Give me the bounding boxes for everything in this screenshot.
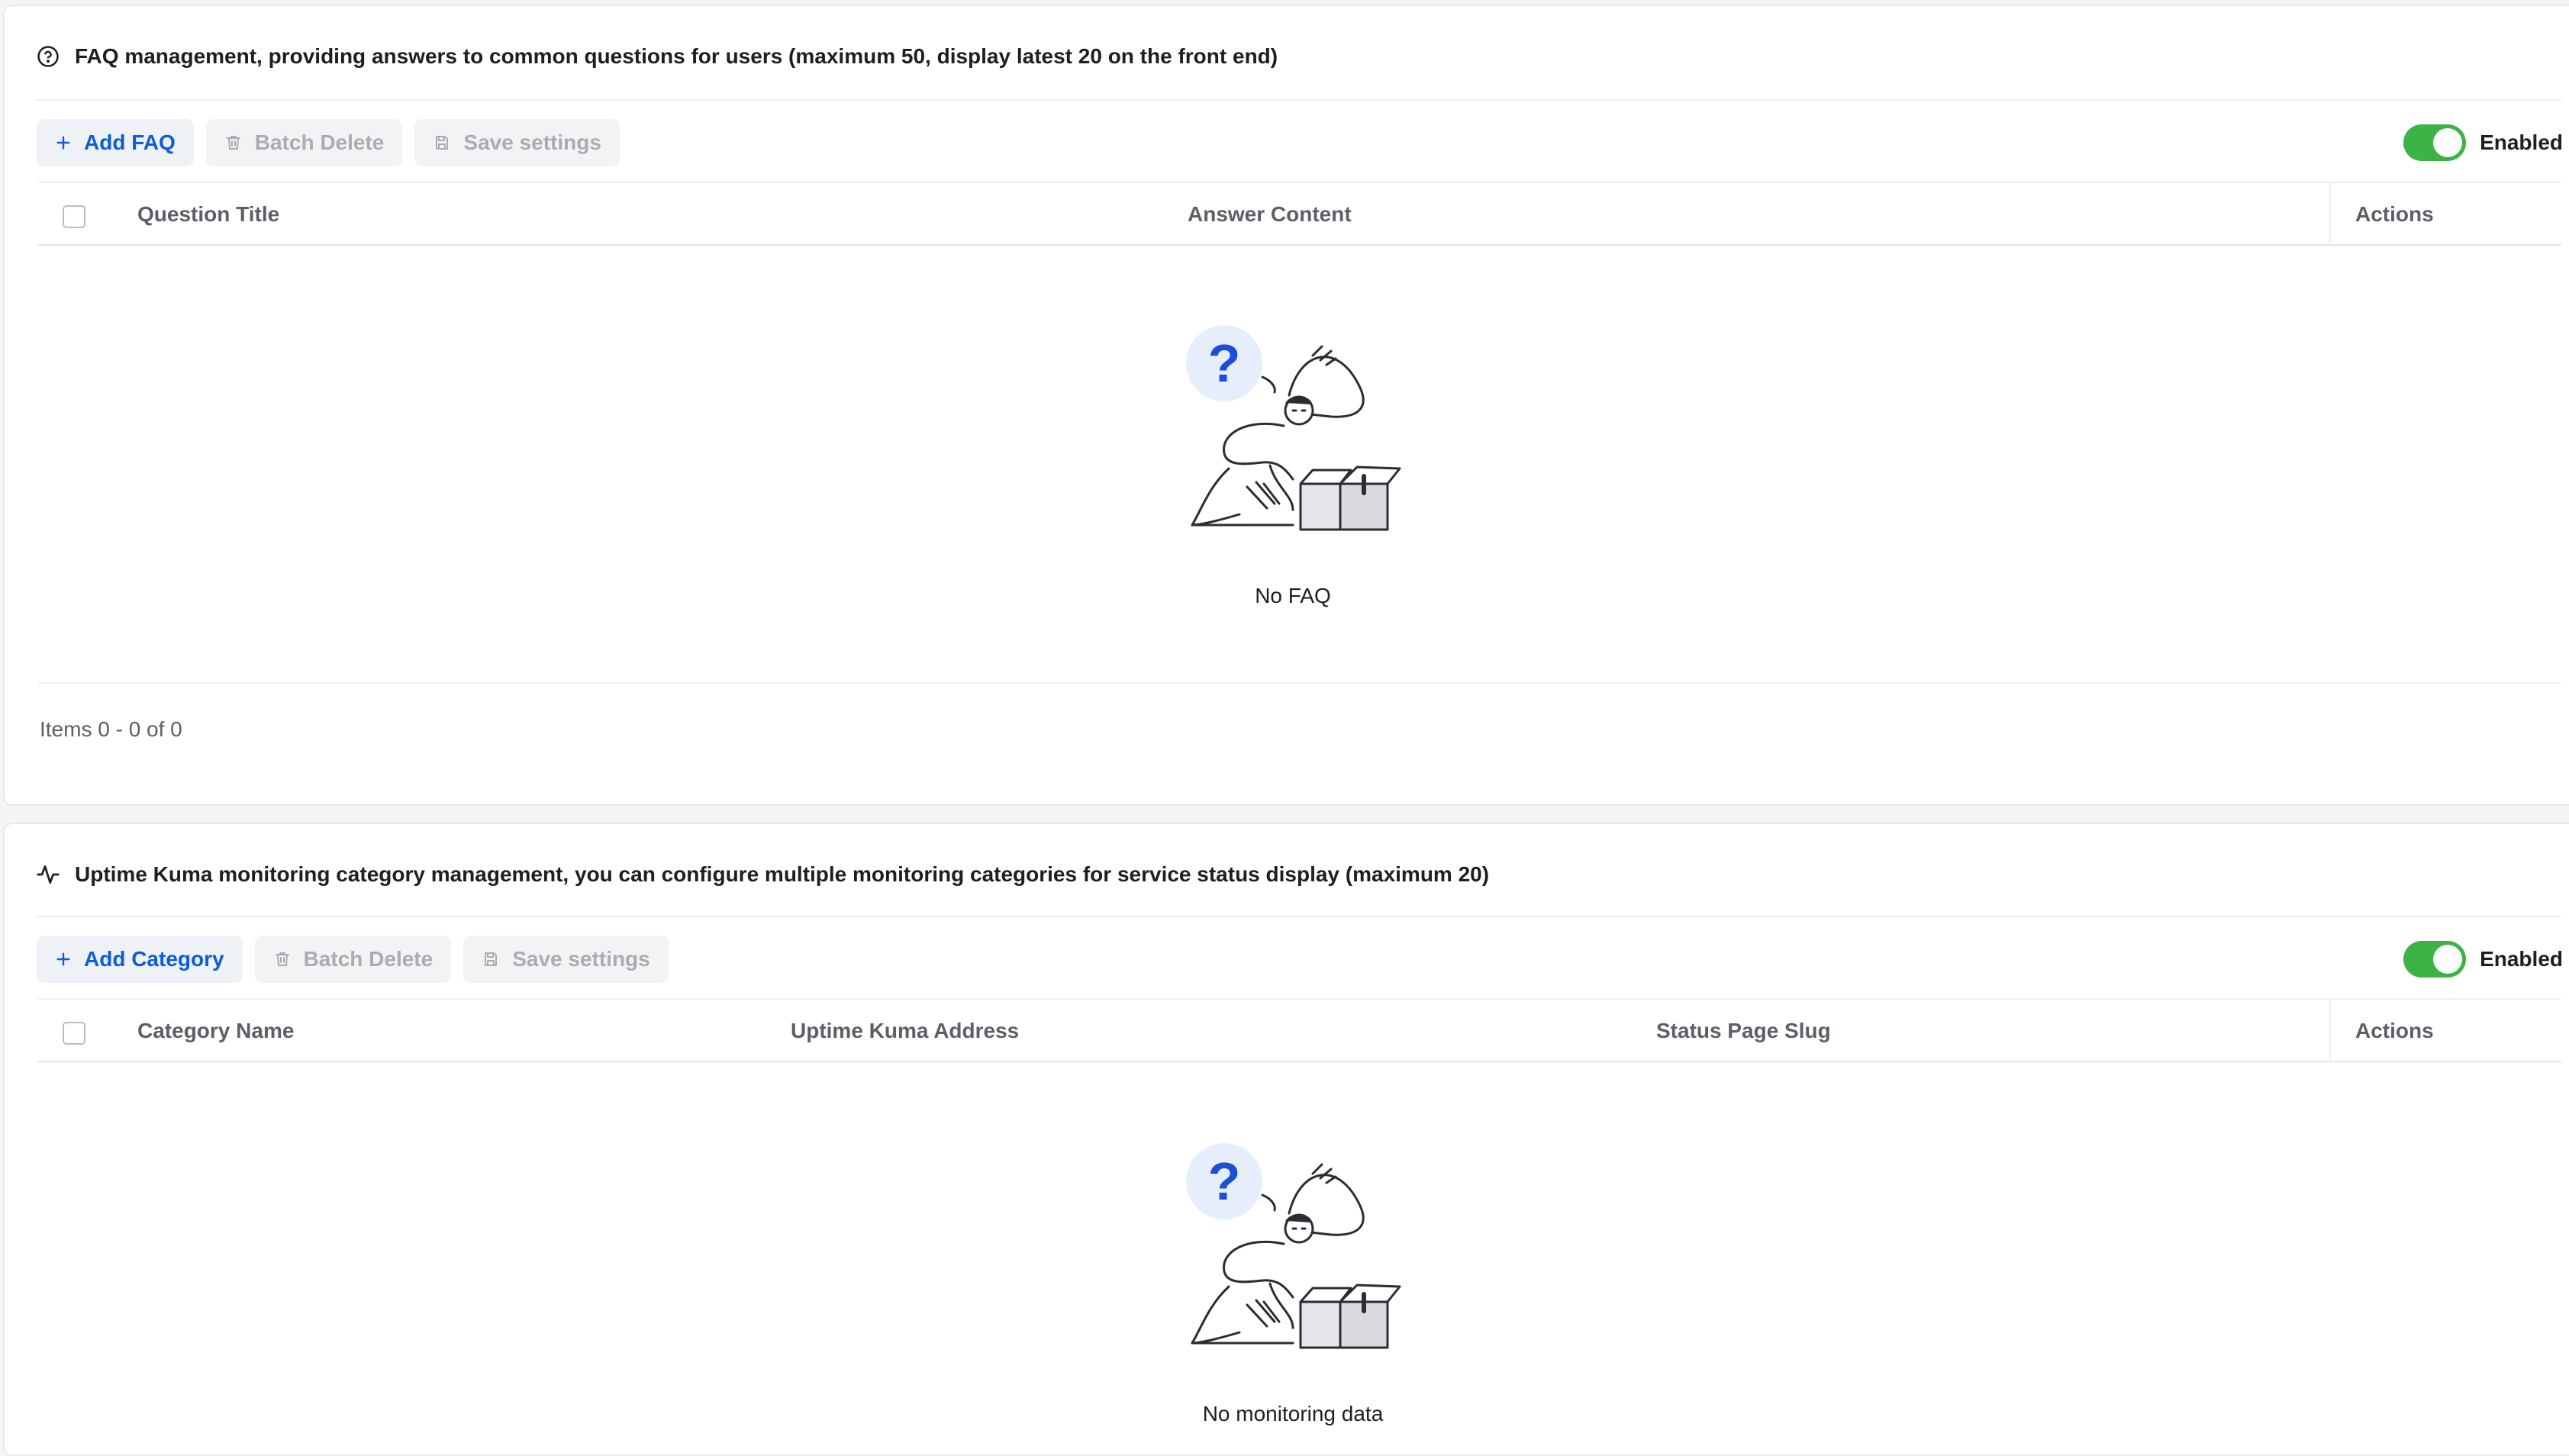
add-faq-button[interactable]: Add FAQ — [37, 119, 194, 166]
svg-text:?: ? — [1208, 333, 1241, 393]
uptime-empty-state: ? No monitoring data — [5, 1137, 2569, 1426]
uptime-toolbar: Add Category Batch Delete Save settings — [37, 936, 669, 983]
save-settings-button[interactable]: Save settings — [463, 936, 669, 983]
uptime-table: Category Name Uptime Kuma Address Status… — [38, 998, 2561, 1062]
column-actions: Actions — [2329, 183, 2561, 246]
plus-icon — [55, 951, 72, 968]
faq-management-card: FAQ management, providing answers to com… — [3, 5, 2569, 806]
faq-empty-text: No FAQ — [1255, 584, 1331, 607]
column-category-name[interactable]: Category Name — [137, 1000, 294, 1062]
faq-card-header: FAQ management, providing answers to com… — [35, 41, 1278, 72]
faq-table: Question Title Answer Content Actions — [38, 182, 2561, 246]
faq-table-header: Question Title Answer Content Actions — [38, 182, 2561, 246]
faq-empty-state: ? No FAQ — [5, 319, 2569, 608]
save-icon — [482, 950, 500, 968]
trash-icon — [224, 134, 243, 152]
faq-pagination-summary: Items 0 - 0 of 0 — [40, 717, 182, 741]
help-circle-icon — [35, 43, 61, 69]
uptime-kuma-card: Uptime Kuma monitoring category manageme… — [3, 823, 2569, 1456]
uptime-enabled-switch[interactable] — [2403, 941, 2467, 978]
uptime-empty-text: No monitoring data — [1202, 1402, 1384, 1425]
batch-delete-button[interactable]: Batch Delete — [254, 936, 452, 983]
divider — [35, 99, 2561, 101]
activity-icon — [35, 862, 61, 887]
empty-state-illustration: ? — [1186, 325, 1401, 531]
uptime-card-title: Uptime Kuma monitoring category manageme… — [75, 862, 1490, 886]
add-category-button[interactable]: Add Category — [37, 936, 243, 983]
save-settings-button[interactable]: Save settings — [414, 119, 620, 166]
plus-icon — [55, 134, 72, 151]
svg-text:?: ? — [1208, 1152, 1241, 1211]
faq-enabled-label: Enabled — [2480, 130, 2563, 154]
faq-card-title: FAQ management, providing answers to com… — [75, 44, 1278, 68]
faq-enabled-switch[interactable] — [2403, 124, 2467, 161]
uptime-enabled-label: Enabled — [2480, 947, 2563, 971]
faq-enabled-toggle-group: Enabled — [2403, 119, 2563, 166]
select-all-checkbox[interactable] — [63, 205, 85, 228]
save-icon — [433, 134, 451, 152]
column-status-page-slug[interactable]: Status Page Slug — [1656, 1000, 1831, 1062]
save-settings-label: Save settings — [463, 130, 601, 154]
batch-delete-label: Batch Delete — [303, 947, 434, 971]
uptime-enabled-toggle-group: Enabled — [2403, 936, 2563, 983]
empty-state-illustration: ? — [1186, 1143, 1401, 1349]
column-actions: Actions — [2329, 1000, 2561, 1062]
column-question-title[interactable]: Question Title — [137, 183, 279, 246]
add-category-label: Add Category — [84, 947, 224, 971]
divider — [35, 916, 2561, 917]
batch-delete-label: Batch Delete — [254, 130, 385, 154]
save-settings-label: Save settings — [512, 947, 650, 971]
column-answer-content[interactable]: Answer Content — [1188, 183, 1352, 246]
add-faq-label: Add FAQ — [84, 130, 176, 154]
uptime-card-header: Uptime Kuma monitoring category manageme… — [35, 859, 1489, 890]
trash-icon — [273, 950, 292, 968]
uptime-table-header: Category Name Uptime Kuma Address Status… — [38, 998, 2561, 1062]
faq-toolbar: Add FAQ Batch Delete Save settings — [37, 119, 620, 166]
batch-delete-button[interactable]: Batch Delete — [205, 119, 403, 166]
select-all-checkbox[interactable] — [63, 1022, 85, 1045]
divider — [38, 682, 2561, 684]
column-uptime-kuma-address[interactable]: Uptime Kuma Address — [791, 1000, 1019, 1062]
